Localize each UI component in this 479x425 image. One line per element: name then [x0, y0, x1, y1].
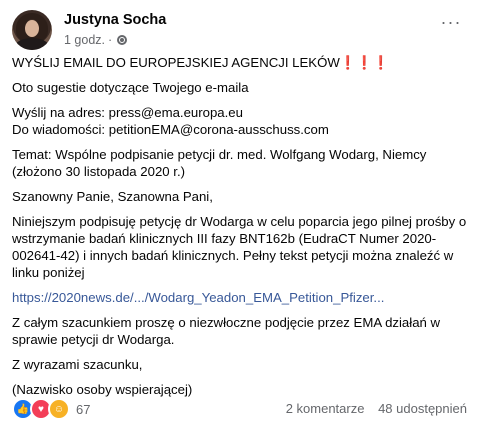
post-header: Justyna Socha 1 godz. · ··· — [12, 9, 467, 53]
avatar[interactable] — [12, 10, 52, 50]
send-to-line: Wyślij na adres: press@ema.europa.eu — [12, 105, 243, 120]
post-footer: 👍 ♥ ☺ 67 2 komentarze 48 udostępnień — [12, 398, 467, 420]
petition-link[interactable]: https://2020news.de/.../Wodarg_Yeadon_EM… — [12, 290, 384, 305]
post-card: Justyna Socha 1 godz. · ··· WYŚLIJ EMAIL… — [0, 0, 479, 425]
care-icon: ☺ — [48, 398, 70, 420]
avatar-shoulder — [14, 38, 50, 50]
subject-line: Temat: Wspólne podpisanie petycji dr. me… — [12, 147, 427, 179]
headline-line: WYŚLIJ EMAIL DO EUROPEJSKIEJ AGENCJI LEK… — [12, 54, 467, 71]
closing: Z wyrazami szacunku, — [12, 357, 143, 372]
greeting: Szanowny Panie, Szanowna Pani, — [12, 189, 213, 204]
globe-icon[interactable] — [117, 35, 128, 45]
bcc-line: Do wiadomości: petitionEMA@corona-aussch… — [12, 122, 329, 137]
intro: Oto sugestie dotyczące Twojego e-maila — [12, 80, 249, 95]
avatar-face — [25, 20, 39, 37]
post-body: WYŚLIJ EMAIL DO EUROPEJSKIEJ AGENCJI LEK… — [12, 54, 467, 406]
shares-count[interactable]: 48 udostępnień — [378, 401, 467, 416]
post-time[interactable]: 1 godz. — [64, 33, 105, 47]
meta-separator: · — [108, 33, 113, 47]
author-name[interactable]: Justyna Socha — [64, 12, 166, 28]
reaction-count[interactable]: 67 — [76, 402, 90, 417]
request-paragraph: Z całym szacunkiem proszę o niezwłoczne … — [12, 315, 441, 347]
signature: (Nazwisko osoby wspierającej) — [12, 382, 193, 397]
exclamation-icon: ❗❗❗ — [339, 55, 390, 70]
reactions-summary[interactable]: 👍 ♥ ☺ 67 — [12, 398, 90, 420]
petition-paragraph: Niniejszym podpisuję petycję dr Wodarga … — [12, 214, 467, 280]
headline: WYŚLIJ EMAIL DO EUROPEJSKIEJ AGENCJI LEK… — [12, 55, 340, 70]
post-stats: 2 komentarze 48 udostępnień — [276, 401, 467, 416]
more-options-icon[interactable]: ··· — [435, 13, 467, 35]
comments-count[interactable]: 2 komentarze — [286, 401, 365, 416]
post-meta: 1 godz. · — [64, 33, 128, 47]
